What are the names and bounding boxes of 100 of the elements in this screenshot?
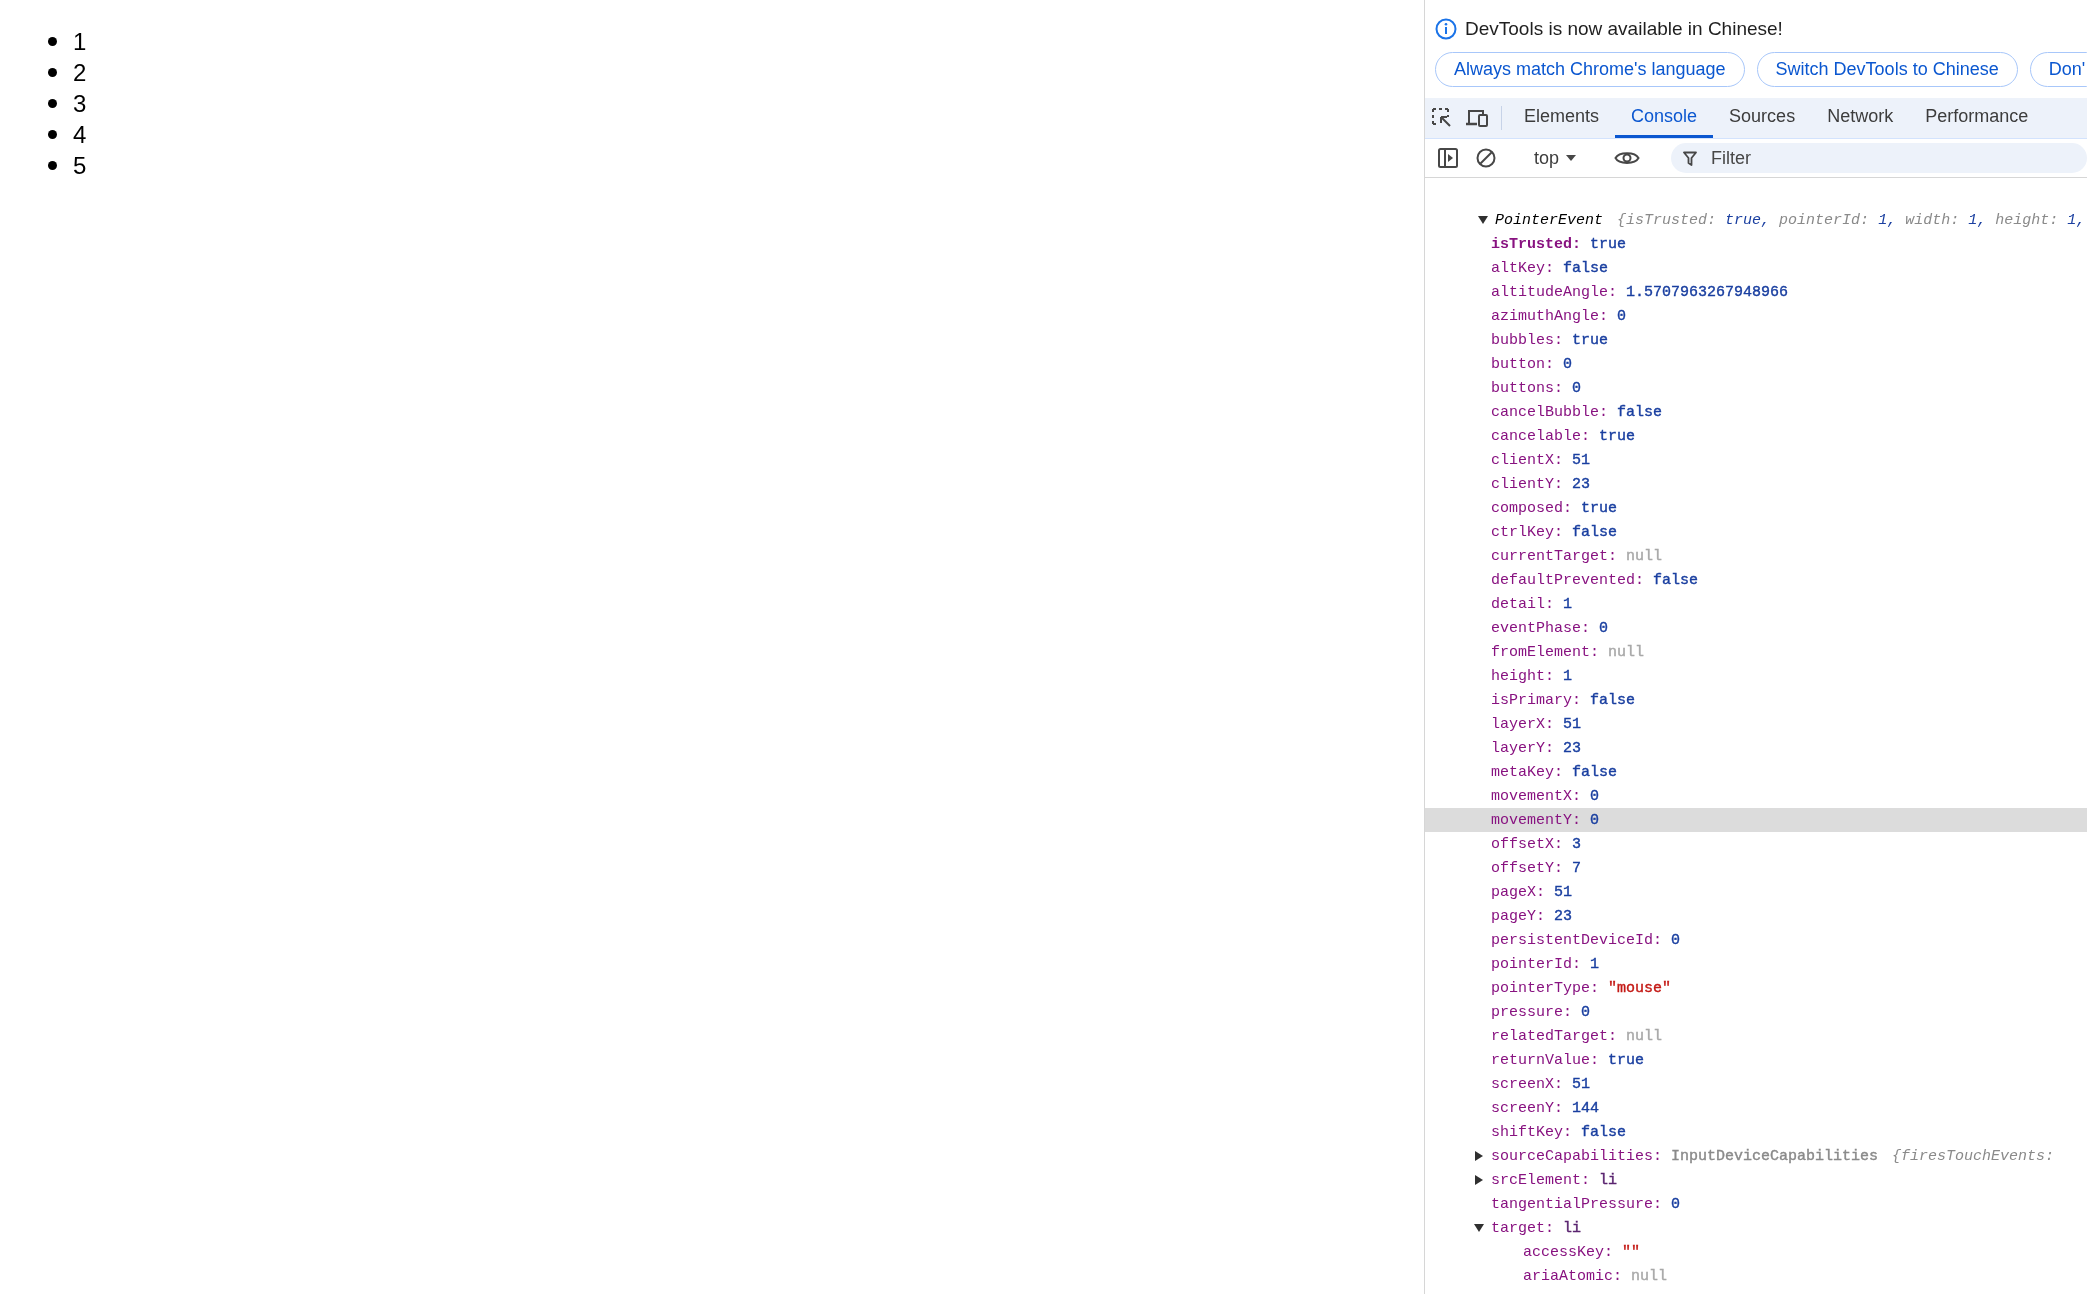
eye-icon[interactable] [1614,149,1641,167]
property-name: buttons: [1491,379,1563,397]
banner-button[interactable]: Always match Chrome's language [1435,52,1745,87]
property-value: null [1626,547,1663,565]
property-name: layerX: [1491,715,1554,733]
property-name: movementX: [1491,787,1581,805]
property-value: 1 [1563,667,1573,685]
property-name: eventPhase: [1491,619,1591,637]
property-value: true [1599,427,1636,445]
caret-icon [1565,154,1578,162]
property-value: 1 [1563,595,1573,613]
collapse-triangle-icon[interactable] [1477,214,1489,226]
property-name: isTrusted: [1491,235,1581,253]
property-value: 0 [1617,307,1627,325]
property-value: null [1608,643,1645,661]
list-item: 5 [73,151,87,180]
property-name: srcElement: [1491,1171,1591,1189]
bullet-icon [48,99,57,108]
expand-triangle-icon[interactable] [1473,1174,1485,1186]
object-class-name: PointerEvent [1495,211,1604,229]
property-value: false [1572,763,1618,781]
property-name: tangentialPressure: [1491,1195,1663,1213]
property-value: 51 [1572,451,1591,469]
property-value: true [1608,1051,1645,1069]
property-name: bubbles: [1491,331,1563,349]
property-name: screenX: [1491,1075,1563,1093]
property-name: fromElement: [1491,643,1600,661]
property-value: false [1617,403,1663,421]
property-value: 0 [1563,355,1573,373]
property-name: relatedTarget: [1491,1027,1618,1045]
property-name: height: [1491,667,1554,685]
property-name: pressure: [1491,1003,1572,1021]
property-value: true [1590,235,1627,253]
property-name: defaultPrevented: [1491,571,1645,589]
property-name: ariaAtomic: [1523,1267,1623,1285]
bullet-icon [48,68,57,77]
property-value: 51 [1572,1075,1591,1093]
property-value: false [1581,1123,1627,1141]
expand-triangle-icon[interactable] [1473,1150,1485,1162]
context-dropdown[interactable]: top [1524,147,1588,169]
property-name: shiftKey: [1491,1123,1572,1141]
property-value: 51 [1563,715,1582,733]
property-value: "mouse" [1608,979,1672,997]
clear-console-icon[interactable] [1475,147,1497,169]
filter-field[interactable]: Filter [1671,143,2087,173]
property-value: li [1599,1171,1618,1189]
inspect-element-icon[interactable] [1431,107,1453,129]
property-name: pointerType: [1491,979,1600,997]
panel-tab[interactable]: Elements [1508,98,1616,138]
property-name: screenY: [1491,1099,1563,1117]
property-name: offsetX: [1491,835,1563,853]
property-value: 1.5707963267948966 [1626,283,1789,301]
bullet-icon [48,161,57,170]
property-value: 23 [1572,475,1591,493]
list-item: 2 [73,58,87,87]
property-name: azimuthAngle: [1491,307,1609,325]
panel-tab[interactable]: Network [1811,98,1910,138]
panel-tab[interactable]: Sources [1713,98,1812,138]
property-name: persistentDeviceId: [1491,931,1663,949]
property-value: 0 [1590,811,1600,829]
property-value: 23 [1563,739,1582,757]
list-item: 1 [73,27,87,56]
banner-button[interactable]: Switch DevTools to Chinese [1756,52,2018,87]
property-name: cancelable: [1491,427,1591,445]
collapse-triangle-icon[interactable] [1473,1222,1485,1234]
property-value: 0 [1671,931,1681,949]
panel-tab[interactable]: Console [1615,98,1714,138]
property-value: 144 [1572,1099,1600,1117]
property-value: InputDeviceCapabilities [1671,1147,1879,1165]
property-name: isPrimary: [1491,691,1581,709]
property-name: target: [1491,1219,1554,1237]
object-preview: {isTrusted: true, pointerId: 1, width: 1, height: 1, [1617,211,2086,229]
property-value: false [1590,691,1636,709]
property-value: 51 [1554,883,1573,901]
property-name: clientX: [1491,451,1563,469]
sidebar-toggle-icon[interactable] [1437,147,1459,169]
property-name: cancelBubble: [1491,403,1609,421]
property-value: 3 [1572,835,1582,853]
property-name: metaKey: [1491,763,1563,781]
property-name: currentTarget: [1491,547,1618,565]
property-name: ctrlKey: [1491,523,1563,541]
property-value: "" [1622,1243,1641,1261]
property-value: null [1631,1267,1668,1285]
property-value: false [1653,571,1699,589]
property-name: accessKey: [1523,1243,1613,1261]
property-value: false [1572,523,1618,541]
banner-button[interactable]: Don' [2029,52,2087,87]
property-value: li [1563,1219,1582,1237]
property-value: 0 [1581,1003,1591,1021]
property-name: composed: [1491,499,1572,517]
property-name: movementY: [1491,811,1581,829]
info-icon [1435,18,1457,40]
property-name: offsetY: [1491,859,1563,877]
list-item: 3 [73,89,87,118]
panel-tab[interactable]: Performance [1909,98,2045,138]
property-value: 7 [1572,859,1582,877]
property-name: returnValue: [1491,1051,1600,1069]
property-name: sourceCapabilities: [1491,1147,1663,1165]
device-toggle-icon[interactable] [1465,107,1489,129]
list-item: 4 [73,120,87,149]
